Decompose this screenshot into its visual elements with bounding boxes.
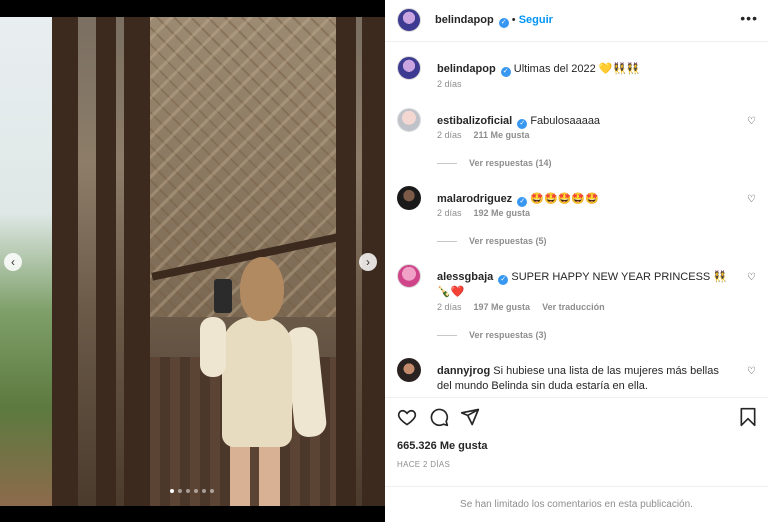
post-header: belindapop ✓ • Seguir ••• <box>385 0 768 42</box>
comment-likes[interactable]: 192 Me gusta <box>474 208 531 218</box>
comment: dannyjrog Si hubiese una lista de las mu… <box>397 358 757 394</box>
person-head <box>240 257 284 321</box>
share-icon[interactable] <box>460 407 480 427</box>
comment: malarodriguez ✓ 🤩🤩🤩🤩🤩 ♡ 2 días 192 Me gu… <box>397 186 757 246</box>
divider <box>437 162 457 164</box>
carousel-dot <box>202 489 206 493</box>
more-options-icon[interactable]: ••• <box>740 10 758 26</box>
heart-icon[interactable] <box>397 407 417 427</box>
likes-count[interactable]: 665.326 Me gusta <box>397 440 488 452</box>
avatar[interactable] <box>397 358 421 382</box>
heart-icon[interactable]: ♡ <box>747 194 757 205</box>
carousel-dot <box>210 489 214 493</box>
avatar[interactable] <box>397 264 421 288</box>
caption-body: Ultimas del 2022 💛👯‍♀️👯 <box>513 63 640 75</box>
view-replies-button[interactable]: Ver respuestas (3) <box>437 330 547 340</box>
comment: alessgbaja ✓ SUPER HAPPY NEW YEAR PRINCE… <box>397 264 757 340</box>
comment-meta: 2 días 192 Me gusta <box>437 208 530 218</box>
person-dress <box>222 317 292 447</box>
next-arrow-icon[interactable]: › <box>359 253 377 271</box>
caption: belindapop ✓ Ultimas del 2022 💛👯‍♀️👯 2 d… <box>397 56 757 92</box>
view-replies-button[interactable]: Ver respuestas (5) <box>437 236 547 246</box>
heart-icon[interactable]: ♡ <box>747 272 757 283</box>
replies-label: Ver respuestas (5) <box>469 236 547 246</box>
comment-age: 2 días <box>437 130 462 140</box>
follow-button[interactable]: Seguir <box>519 14 553 26</box>
username-link[interactable]: belindapop <box>437 63 496 75</box>
caption-meta: 2 días <box>437 79 462 89</box>
person-arm <box>200 317 226 377</box>
carousel-dot <box>186 489 190 493</box>
verified-icon: ✓ <box>500 67 511 77</box>
heart-icon[interactable]: ♡ <box>747 116 757 127</box>
avatar[interactable] <box>397 56 421 80</box>
action-bar <box>385 397 768 435</box>
caption-text: belindapop ✓ Ultimas del 2022 💛👯‍♀️👯 <box>437 62 737 77</box>
comment-age: 2 días <box>437 302 462 312</box>
view-replies-button[interactable]: Ver respuestas (14) <box>437 158 552 168</box>
username-link[interactable]: malarodriguez <box>437 193 512 205</box>
comment-age: 2 días <box>437 208 462 218</box>
carousel-dot <box>170 489 174 493</box>
verified-icon: ✓ <box>498 18 509 28</box>
comment: estibalizoficial ✓ Fabulosaaaaa ♡ 2 días… <box>397 108 757 168</box>
divider <box>437 240 457 242</box>
post-panel: belindapop ✓ • Seguir ••• belindapop ✓ U… <box>385 0 768 522</box>
avatar[interactable] <box>397 108 421 132</box>
wooden-pillar-center <box>124 17 150 506</box>
comment-text: alessgbaja ✓ SUPER HAPPY NEW YEAR PRINCE… <box>437 270 727 300</box>
comment-likes[interactable]: 211 Me gusta <box>474 130 530 140</box>
heart-icon[interactable]: ♡ <box>747 366 757 377</box>
verified-icon: ✓ <box>517 119 528 129</box>
avatar[interactable] <box>397 8 421 32</box>
post-timestamp[interactable]: HACE 2 DÍAS <box>397 460 450 469</box>
header-user: belindapop ✓ • Seguir <box>435 14 553 28</box>
translate-link[interactable]: Ver traducción <box>542 302 605 312</box>
username-link[interactable]: dannyjrog <box>437 365 490 377</box>
carousel-dot <box>194 489 198 493</box>
wooden-pillar-right <box>336 17 356 506</box>
phone <box>214 279 232 313</box>
separator: • <box>511 14 519 26</box>
replies-label: Ver respuestas (14) <box>469 158 552 168</box>
username-link[interactable]: estibalizoficial <box>437 115 512 127</box>
comment-text: dannyjrog Si hubiese una lista de las mu… <box>437 364 727 394</box>
divider <box>437 334 457 336</box>
person-legs <box>230 437 280 506</box>
prev-arrow-icon[interactable]: ‹ <box>4 253 22 271</box>
avatar[interactable] <box>397 186 421 210</box>
comment-icon[interactable] <box>429 407 449 427</box>
comment-body: 🤩🤩🤩🤩🤩 <box>530 193 599 205</box>
comment-likes[interactable]: 197 Me gusta <box>474 302 531 312</box>
username-link[interactable]: alessgbaja <box>437 271 493 283</box>
comment-meta: 2 días 197 Me gusta Ver traducción <box>437 302 605 312</box>
comment-meta: 2 días 211 Me gusta <box>437 130 530 140</box>
bookmark-icon[interactable] <box>738 407 758 427</box>
verified-icon: ✓ <box>498 275 509 285</box>
wooden-pillar-mid <box>96 17 116 506</box>
replies-label: Ver respuestas (3) <box>469 330 547 340</box>
wooden-pillar-left <box>52 17 78 506</box>
post-media: ‹ › <box>0 0 385 522</box>
comment-text: estibalizoficial ✓ Fabulosaaaaa <box>437 114 737 129</box>
carousel-dot <box>178 489 182 493</box>
caption-age: 2 días <box>437 79 462 89</box>
post-photo[interactable] <box>0 17 385 506</box>
carousel-dots <box>170 489 214 493</box>
verified-icon: ✓ <box>517 197 528 207</box>
username-link[interactable]: belindapop <box>435 14 494 26</box>
comment-text: malarodriguez ✓ 🤩🤩🤩🤩🤩 <box>437 192 737 207</box>
comments-limited-notice: Se han limitado los comentarios en esta … <box>385 486 768 522</box>
comment-body: Fabulosaaaaa <box>530 115 601 127</box>
